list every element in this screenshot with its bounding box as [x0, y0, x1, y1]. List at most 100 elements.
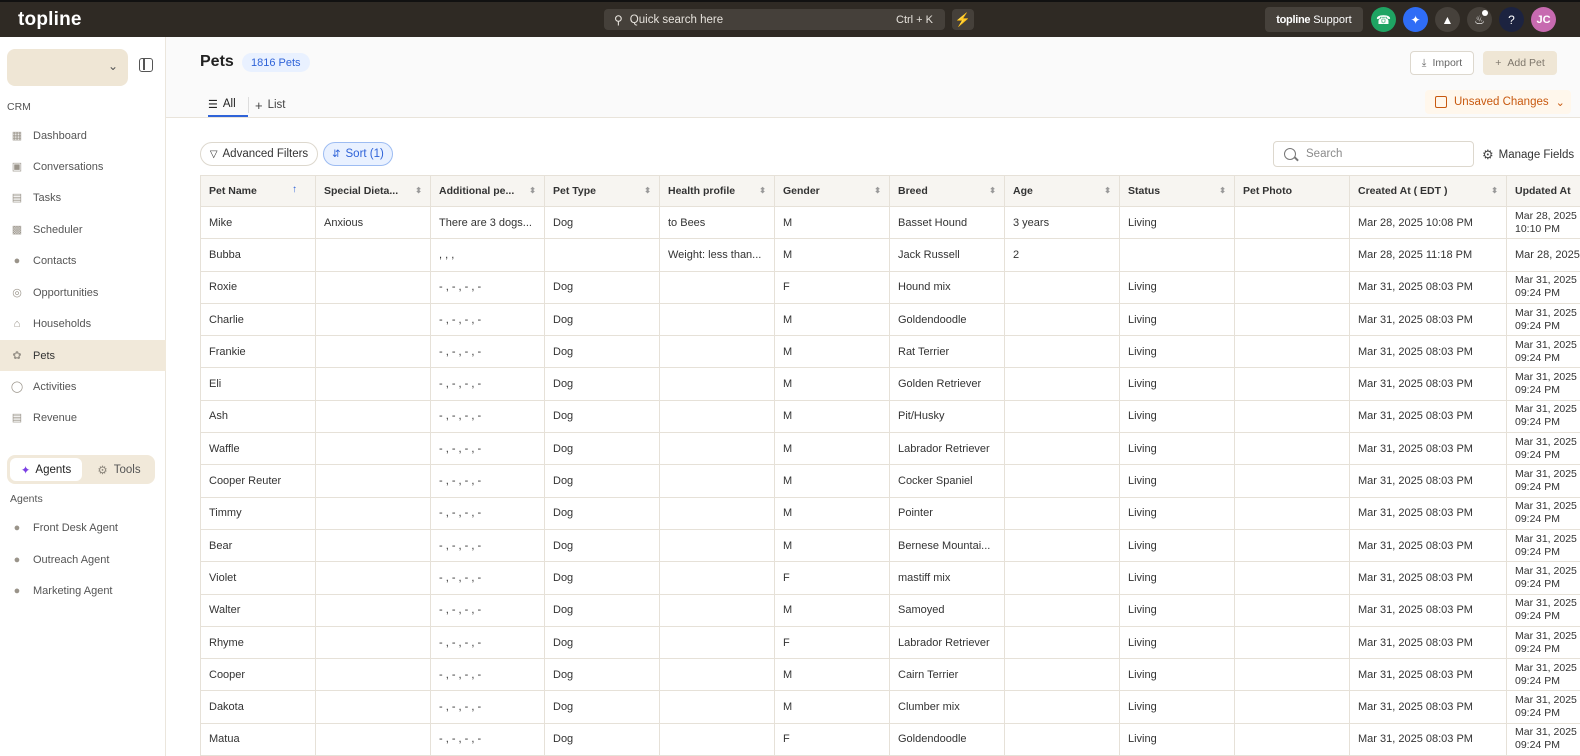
sort-toggle-icon[interactable]: ⬍ — [415, 186, 422, 195]
sort-toggle-icon[interactable]: ⬍ — [644, 186, 651, 195]
main-content: Pets 1816 Pets ⤓ Import + Add Pet ☰ All + Li… — [166, 37, 1580, 756]
table-cell: Dog — [544, 496, 660, 530]
column-header[interactable]: Pet Name ↑ — [200, 175, 316, 207]
tab-agents-label: Agents — [35, 463, 72, 476]
tab-add-list[interactable]: + List — [255, 93, 286, 117]
sidebar-item-revenue[interactable]: ▤ Revenue — [0, 402, 166, 433]
location-selector[interactable]: ⌄ — [7, 49, 128, 86]
sidebar-item-activities[interactable]: ◯ Activities — [0, 371, 166, 402]
tab-all-label: All — [222, 98, 236, 110]
table-row[interactable]: Cooper - , - , - , - Dog M Cairn Terrier Livi… — [200, 658, 1580, 692]
table-row[interactable]: Mike Anxious There are 3 dogs... Dog to Bees… — [200, 205, 1580, 240]
bell-icon[interactable]: ♨ — [1467, 7, 1492, 32]
sidebar-item-front-desk-agent[interactable]: ● Front Desk Agent — [0, 512, 166, 543]
table-row[interactable]: Rhyme - , - , - , - Dog F Labrador Retriever… — [200, 625, 1580, 660]
table-row[interactable]: Dakota - , - , - , - Dog M Clumber mix Living… — [200, 690, 1580, 724]
table-row[interactable]: Matua - , - , - , - Dog F Goldendoodle Living… — [200, 722, 1580, 756]
sidebar-item-scheduler[interactable]: ▩ Scheduler — [0, 214, 166, 245]
column-header[interactable]: Age ⬍ — [1004, 175, 1120, 207]
table-cell — [315, 690, 431, 724]
support-button[interactable]: topline Support — [1265, 7, 1363, 32]
column-header[interactable]: Updated At — [1506, 175, 1580, 207]
avatar[interactable]: JC — [1531, 7, 1556, 32]
table-cell: mastiff mix — [889, 561, 1005, 595]
table-row[interactable]: Bubba , , , Weight: less than... M Jack Russ… — [200, 238, 1580, 272]
table-cell: Mar 31, 2025 09:24 PM — [1506, 399, 1580, 434]
sort-toggle-icon[interactable]: ⬍ — [1219, 186, 1226, 195]
add-pet-button[interactable]: + Add Pet — [1483, 51, 1557, 75]
plus-icon: + — [255, 97, 263, 113]
sort-toggle-icon[interactable]: ⬍ — [874, 186, 881, 195]
table-cell: Living — [1119, 270, 1235, 304]
manage-fields-button[interactable]: ⚙ Manage Fields — [1482, 147, 1574, 163]
save-icon — [1435, 96, 1447, 108]
sidebar-item-opportunities[interactable]: ◎ Opportunities — [0, 277, 166, 308]
column-header[interactable]: Pet Type ⬍ — [544, 175, 660, 207]
help-icon[interactable]: ? — [1499, 7, 1524, 32]
sidebar-item-contacts[interactable]: ● Contacts — [0, 245, 166, 276]
table-row[interactable]: Walter - , - , - , - Dog M Samoyed Living Mar … — [200, 593, 1580, 627]
unsaved-changes-dropdown[interactable]: Unsaved Changes ⌄ — [1425, 90, 1571, 114]
table-cell: Living — [1119, 302, 1235, 337]
tab-tools[interactable]: ⚙ Tools — [85, 458, 153, 481]
sidebar-item-marketing-agent[interactable]: ● Marketing Agent — [0, 575, 166, 606]
sidebar-item-conversations[interactable]: ▣ Conversations — [0, 151, 166, 182]
sort-button[interactable]: ⇵ Sort (1) — [323, 142, 393, 166]
sidebar-item-outreach-agent[interactable]: ● Outreach Agent — [0, 544, 166, 575]
table-row[interactable]: Bear - , - , - , - Dog M Bernese Mountai... L… — [200, 528, 1580, 563]
table-row[interactable]: Waffle - , - , - , - Dog M Labrador Retrieve… — [200, 432, 1580, 466]
quick-search-bar[interactable]: ⚲ Quick search here Ctrl + K — [604, 9, 945, 30]
sort-toggle-icon[interactable]: ⬍ — [759, 186, 766, 195]
advanced-filters-button[interactable]: ▽ Advanced Filters — [200, 142, 318, 166]
table-cell — [315, 496, 431, 530]
column-header[interactable]: Special Dieta... ⬍ — [315, 175, 431, 207]
lightning-icon[interactable]: ⚡ — [952, 9, 974, 30]
phone-icon[interactable]: ☎ — [1371, 7, 1396, 32]
table-row[interactable]: Ash - , - , - , - Dog M Pit/Husky Living Mar 3… — [200, 399, 1580, 434]
sort-toggle-icon[interactable]: ⬍ — [1491, 186, 1498, 195]
sidebar-item-tasks[interactable]: ▤ Tasks — [0, 182, 166, 213]
table-cell: M — [774, 432, 890, 466]
brand-logo[interactable]: topline — [18, 9, 82, 31]
column-header-label: Gender — [783, 185, 820, 197]
column-header[interactable]: Health profile ⬍ — [659, 175, 775, 207]
unsaved-label: Unsaved Changes — [1454, 96, 1549, 108]
sidebar-collapse-icon[interactable] — [139, 58, 153, 72]
column-header[interactable]: Gender ⬍ — [774, 175, 890, 207]
column-header[interactable]: Status ⬍ — [1119, 175, 1235, 207]
tab-all[interactable]: ☰ All — [208, 93, 248, 117]
notification-dot — [1482, 10, 1488, 16]
sidebar-item-pets[interactable]: ✿ Pets — [0, 340, 166, 371]
megaphone-icon[interactable]: ▲ — [1435, 7, 1460, 32]
column-header[interactable]: Additional pe... ⬍ — [430, 175, 545, 207]
table-cell — [1004, 496, 1120, 530]
sidebar-item-dashboard[interactable]: ▦ Dashboard — [0, 120, 166, 151]
sort-toggle-icon[interactable]: ⬍ — [1104, 186, 1111, 195]
sidebar-item-households[interactable]: ⌂ Households — [0, 308, 166, 339]
table-row[interactable]: Violet - , - , - , - Dog Fmastiff mix Living… — [200, 561, 1580, 595]
quick-search-placeholder: Quick search here — [629, 13, 724, 26]
column-header[interactable]: Breed ⬍ — [889, 175, 1005, 207]
search-input[interactable]: Search — [1273, 141, 1474, 167]
import-button[interactable]: ⤓ Import — [1410, 51, 1474, 75]
table-row[interactable]: Charlie - , - , - , - Dog M Goldendoodle Livi… — [200, 302, 1580, 337]
table-row[interactable]: Roxie - , - , - , - Dog F Hound mix Living Mar… — [200, 270, 1580, 304]
network-icon[interactable]: ✦ — [1403, 7, 1428, 32]
paw-icon: ✿ — [12, 350, 22, 362]
table-cell: Living — [1119, 593, 1235, 627]
table-row[interactable]: Eli - , - , - , - Dog M Golden Retriever Livi… — [200, 367, 1580, 401]
tab-agents[interactable]: ✦ Agents — [10, 458, 82, 481]
column-header[interactable]: Created At ( EDT ) ⬍ — [1349, 175, 1507, 207]
table-cell — [315, 367, 431, 401]
table-cell: Pit/Husky — [889, 399, 1005, 434]
table-row[interactable]: Cooper Reuter - , - , - , - Dog M Cocker Spa… — [200, 464, 1580, 498]
sort-ascending-icon[interactable]: ↑ — [292, 184, 297, 195]
sort-toggle-icon[interactable]: ⬍ — [529, 186, 536, 195]
list-icon: ☰ — [208, 98, 218, 111]
table-row[interactable]: Timmy - , - , - , - Dog M Pointer Living Mar 3… — [200, 496, 1580, 530]
table-row[interactable]: Frankie - , - , - , - Dog M Rat Terrier Livin… — [200, 335, 1580, 369]
column-header[interactable]: Pet Photo — [1234, 175, 1350, 207]
table-cell — [544, 238, 660, 272]
sort-toggle-icon[interactable]: ⬍ — [989, 186, 996, 195]
table-cell: Dog — [544, 464, 660, 498]
